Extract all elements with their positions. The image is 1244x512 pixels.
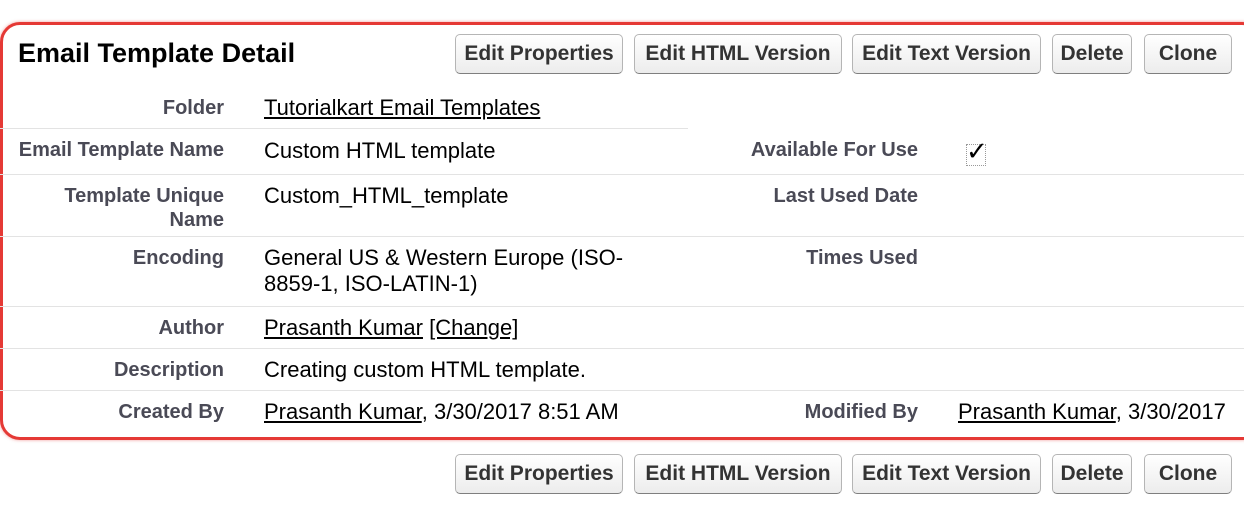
- clone-button-bottom[interactable]: Clone: [1144, 454, 1232, 494]
- author-label: Author: [158, 317, 224, 339]
- clip-region: Email Template Detail Edit Properties Ed…: [0, 0, 1244, 512]
- template-name-label: Email Template Name: [18, 139, 224, 161]
- created-by-label: Created By: [118, 401, 224, 423]
- encoding-label: Encoding: [132, 247, 224, 269]
- edit-html-version-button-bottom[interactable]: Edit HTML Version: [634, 454, 842, 494]
- created-by-value: Prasanth Kumar, 3/30/2017 8:51 AM: [264, 399, 619, 425]
- row-divider: [0, 236, 1244, 237]
- folder-value: Tutorialkart Email Templates: [264, 95, 540, 121]
- checkmark-icon: ✓: [966, 136, 988, 166]
- row-divider: [0, 306, 1244, 307]
- edit-text-version-button-bottom[interactable]: Edit Text Version: [852, 454, 1041, 494]
- template-unique-name-label-line1: Template Unique: [64, 185, 224, 207]
- edit-html-version-button-top[interactable]: Edit HTML Version: [634, 34, 842, 74]
- description-label: Description: [113, 359, 224, 381]
- edit-properties-button-bottom[interactable]: Edit Properties: [455, 454, 623, 494]
- row-divider: [0, 128, 688, 129]
- row-divider: [0, 174, 1244, 175]
- modified-by-value: Prasanth Kumar, 3/30/2017: [958, 399, 1226, 425]
- edit-properties-button-top[interactable]: Edit Properties: [455, 34, 623, 74]
- modified-by-date: , 3/30/2017: [1115, 399, 1226, 424]
- row-divider: [0, 390, 1244, 391]
- template-unique-name-label: Template Unique Name: [0, 184, 224, 232]
- page-title: Email Template Detail: [18, 38, 296, 68]
- description-value: Creating custom HTML template.: [264, 357, 586, 382]
- template-unique-name-label-line2: Name: [169, 209, 224, 231]
- page-root: Email Template Detail Edit Properties Ed…: [0, 0, 1244, 512]
- folder-link[interactable]: Tutorialkart Email Templates: [264, 95, 540, 120]
- delete-button-bottom[interactable]: Delete: [1052, 454, 1132, 494]
- change-author-link[interactable]: [Change]: [429, 315, 518, 340]
- available-for-use-label: Available For Use: [750, 139, 918, 161]
- encoding-value-line2: 8859-1, ISO-LATIN-1): [264, 271, 478, 296]
- encoding-value-line1: General US & Western Europe (ISO-: [264, 245, 624, 270]
- template-unique-name-value: Custom_HTML_template: [264, 183, 509, 208]
- delete-button-top[interactable]: Delete: [1052, 34, 1132, 74]
- times-used-label: Times Used: [806, 247, 918, 269]
- template-name-value: Custom HTML template: [264, 138, 496, 163]
- folder-label: Folder: [162, 97, 224, 119]
- edit-text-version-button-top[interactable]: Edit Text Version: [852, 34, 1041, 74]
- clone-button-top[interactable]: Clone: [1144, 34, 1232, 74]
- encoding-value: General US & Western Europe (ISO- 8859-1…: [264, 245, 623, 297]
- author-value: Prasanth Kumar [Change]: [264, 315, 518, 341]
- created-by-user-link[interactable]: Prasanth Kumar: [264, 399, 422, 424]
- modified-by-label: Modified By: [804, 401, 918, 423]
- last-used-date-label: Last Used Date: [773, 185, 919, 207]
- row-divider: [0, 348, 1244, 349]
- author-link[interactable]: Prasanth Kumar: [264, 315, 423, 340]
- created-by-date: , 3/30/2017 8:51 AM: [421, 399, 619, 424]
- modified-by-user-link[interactable]: Prasanth Kumar: [958, 399, 1116, 424]
